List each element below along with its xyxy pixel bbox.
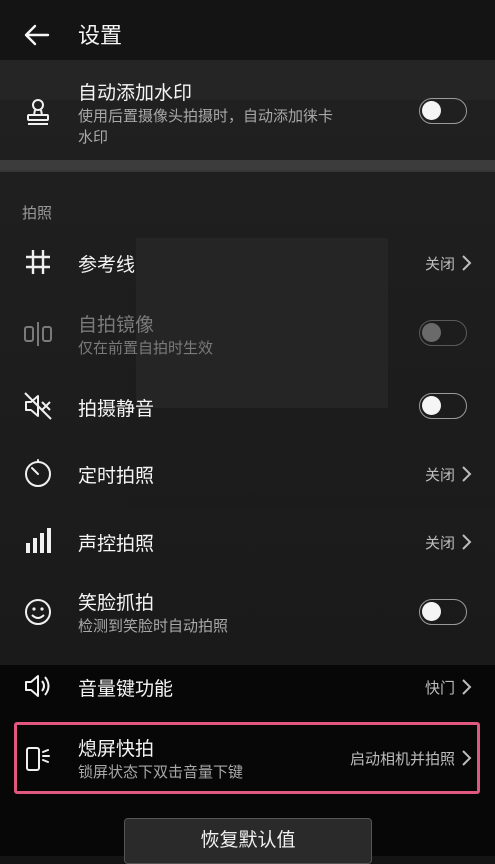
reset-defaults-button[interactable]: 恢复默认值 (124, 818, 372, 864)
setting-title: 定时拍照 (78, 465, 155, 487)
toggle-knob (422, 396, 441, 415)
stamp-icon (27, 99, 49, 125)
chevron-right-icon (462, 255, 472, 271)
setting-subtitle: 检测到笑脸时自动拍照 (78, 617, 229, 635)
setting-value: 关闭 (424, 534, 455, 552)
setting-row-volume-key[interactable]: 音量键功能 快门 (0, 656, 495, 716)
smile-toggle[interactable] (419, 599, 467, 625)
setting-title: 参考线 (78, 254, 136, 276)
back-arrow-icon[interactable] (22, 20, 52, 50)
timer-icon (25, 459, 51, 487)
setting-value: 快门 (424, 679, 455, 697)
smile-icon (25, 599, 51, 625)
divider (0, 160, 495, 172)
setting-row-selfie-mirror[interactable]: 自拍镜像 仅在前置自拍时生效 (0, 300, 495, 370)
volume-icon (25, 675, 50, 697)
setting-title: 声控拍照 (78, 533, 155, 555)
phone-quick-snap-icon (26, 747, 50, 771)
section-label: 拍照 (22, 204, 53, 222)
chevron-right-icon (462, 534, 472, 550)
setting-value: 关闭 (424, 255, 455, 273)
toggle-knob (422, 323, 441, 342)
signal-bars-icon (26, 528, 51, 553)
toggle-knob (422, 602, 441, 621)
chevron-right-icon (462, 679, 472, 695)
setting-row-watermark[interactable]: 自动添加水印 使用后置摄像头拍摄时，自动添加徕卡 水印 (0, 72, 495, 162)
setting-subtitle: 使用后置摄像头拍摄时，自动添加徕卡 (78, 107, 334, 125)
setting-title: 拍摄静音 (78, 398, 155, 420)
toggle-knob (422, 101, 441, 120)
selfie-mirror-toggle[interactable] (419, 320, 467, 346)
setting-subtitle: 锁屏状态下双击音量下键 (78, 763, 244, 781)
setting-title: 音量键功能 (78, 678, 174, 700)
setting-row-grid[interactable]: 参考线 关闭 (0, 232, 495, 292)
mute-toggle[interactable] (419, 393, 467, 419)
chevron-right-icon (462, 750, 472, 766)
mirror-icon (24, 322, 52, 346)
setting-row-voice[interactable]: 声控拍照 关闭 (0, 511, 495, 571)
setting-value: 关闭 (424, 466, 455, 484)
mute-icon (24, 392, 52, 420)
setting-title: 自动添加水印 (78, 82, 193, 104)
setting-row-quick-snap[interactable]: 熄屏快拍 锁屏状态下双击音量下键 启动相机并拍照 (0, 726, 495, 792)
setting-row-mute[interactable]: 拍摄静音 (0, 376, 495, 436)
setting-title: 熄屏快拍 (78, 738, 155, 760)
watermark-toggle[interactable] (419, 98, 467, 124)
chevron-right-icon (462, 466, 472, 482)
setting-title: 自拍镜像 (78, 314, 155, 336)
setting-value: 启动相机并拍照 (349, 750, 455, 768)
grid-icon (26, 250, 50, 274)
header: 设置 (0, 0, 495, 72)
setting-title: 笑脸抓拍 (78, 592, 155, 614)
setting-subtitle: 水印 (78, 128, 109, 146)
setting-row-timer[interactable]: 定时拍照 关闭 (0, 443, 495, 503)
page-title: 设置 (78, 24, 123, 49)
setting-subtitle: 仅在前置自拍时生效 (78, 339, 214, 357)
setting-row-smile[interactable]: 笑脸抓拍 检测到笑脸时自动拍照 (0, 578, 495, 648)
